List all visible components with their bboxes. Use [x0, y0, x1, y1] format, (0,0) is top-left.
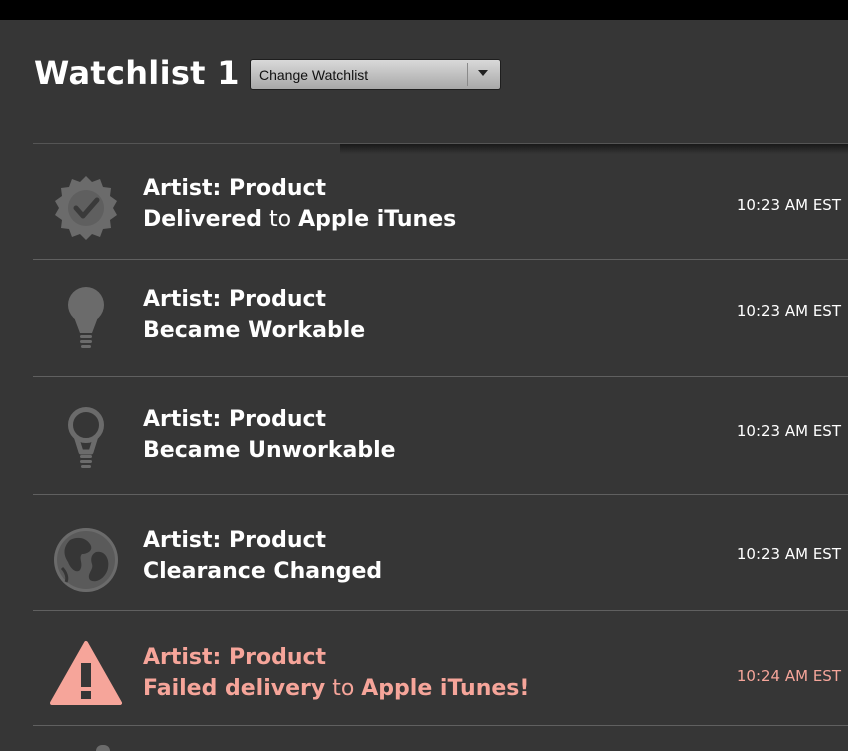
timestamp: 10:23 AM EST — [736, 196, 841, 214]
timestamp: 10:23 AM EST — [736, 422, 841, 440]
row-divider — [33, 725, 848, 726]
globe-icon — [50, 524, 122, 596]
watchlist-header: Watchlist 1 Change Watchlist — [0, 20, 848, 144]
status-line: Delivered to Apple iTunes — [143, 207, 456, 232]
lightbulb-on-icon — [50, 283, 122, 355]
status-text: Delivered — [143, 207, 263, 232]
chevron-down-icon[interactable] — [478, 70, 488, 76]
row-divider — [33, 259, 848, 260]
page-title: Watchlist 1 — [34, 54, 240, 92]
status-line: Became Unworkable — [143, 438, 396, 463]
top-bar — [0, 0, 848, 20]
artist-product-label: Artist: Product — [143, 287, 327, 312]
verified-badge-icon — [50, 172, 122, 244]
artist-product-label: Artist: Product — [143, 407, 327, 432]
dropdown-label: Change Watchlist — [259, 67, 369, 83]
header-shadow — [340, 144, 848, 154]
artist-product-label: Artist: Product — [143, 528, 327, 553]
status-text: Failed delivery — [143, 676, 326, 701]
status-line: Failed delivery to Apple iTunes! — [143, 676, 529, 701]
change-watchlist-dropdown[interactable]: Change Watchlist — [250, 59, 501, 90]
status-text: Became Workable — [143, 318, 366, 343]
artist-product-label: Artist: Product — [143, 176, 327, 201]
status-line: Became Workable — [143, 318, 365, 343]
row-divider — [33, 610, 848, 611]
timestamp: 10:23 AM EST — [736, 545, 841, 563]
status-text: Clearance Changed — [143, 559, 383, 584]
status-connector: to — [262, 207, 299, 232]
timestamp: 10:23 AM EST — [736, 302, 841, 320]
status-line: Clearance Changed — [143, 559, 382, 584]
destination-label: Apple iTunes — [298, 207, 457, 232]
artist-product-label: Artist: Product — [143, 645, 327, 670]
next-row-icon — [96, 745, 110, 751]
status-text: Became Unworkable — [143, 438, 396, 463]
row-divider — [33, 494, 848, 495]
status-connector: to — [325, 676, 362, 701]
lightbulb-off-icon — [50, 403, 122, 475]
row-divider — [33, 376, 848, 377]
timestamp: 10:24 AM EST — [736, 667, 841, 685]
warning-icon — [50, 639, 122, 711]
dropdown-divider — [467, 63, 468, 86]
destination-label: Apple iTunes! — [361, 676, 530, 701]
